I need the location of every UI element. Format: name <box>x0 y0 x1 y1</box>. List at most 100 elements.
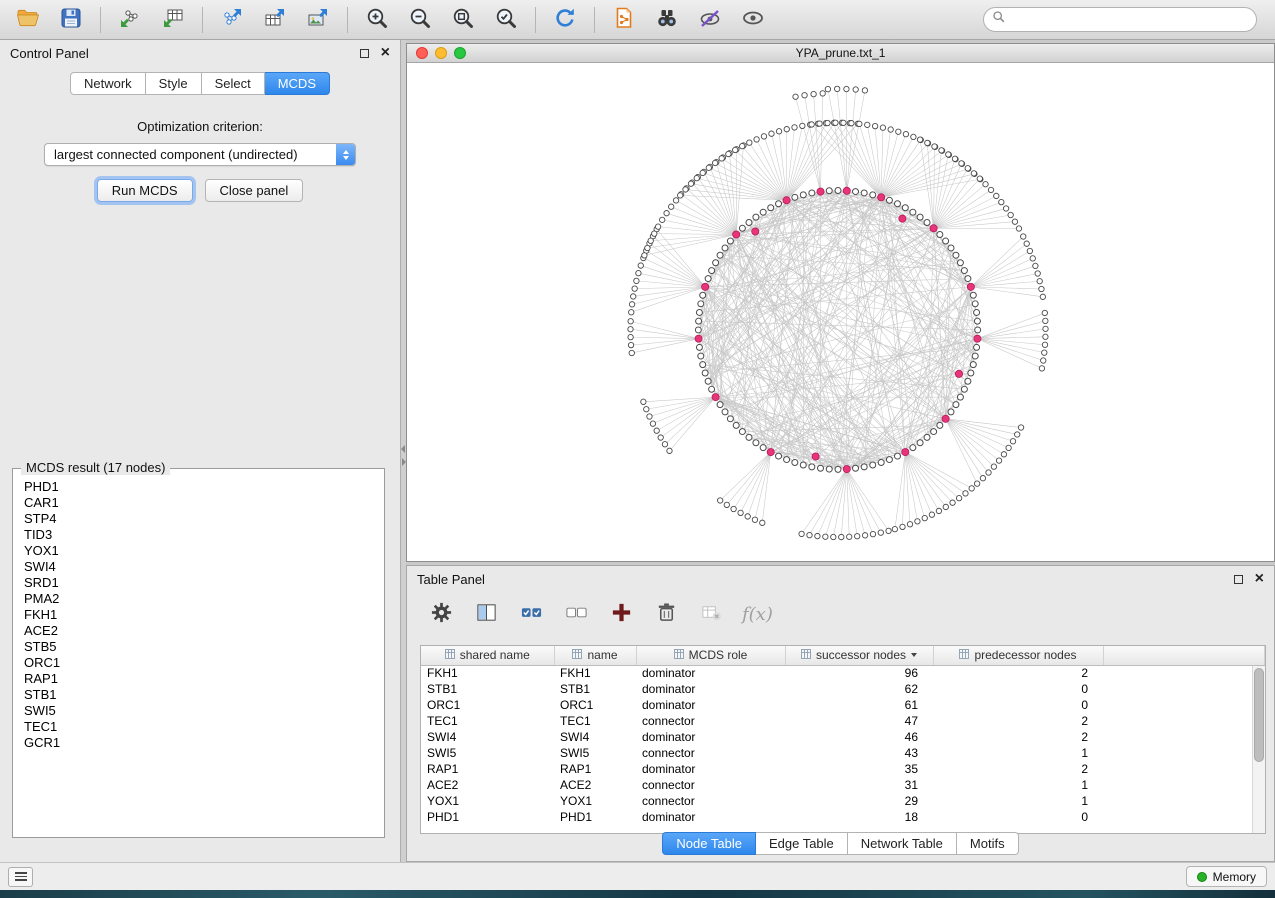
table-cell[interactable]: SWI5 <box>554 745 636 761</box>
table-cell[interactable]: 0 <box>933 809 1103 825</box>
mcds-result-item[interactable]: SWI4 <box>16 559 381 575</box>
close-mcds-panel-button[interactable]: Close panel <box>205 179 304 202</box>
table-tab-node-table[interactable]: Node Table <box>662 832 756 855</box>
show-all-button[interactable] <box>735 4 771 36</box>
hide-selected-button[interactable] <box>692 4 728 36</box>
table-cell[interactable]: STB1 <box>421 681 554 697</box>
table-row[interactable]: STB1STB1dominator620 <box>421 681 1265 697</box>
status-menu-button[interactable] <box>8 867 33 887</box>
table-cell[interactable]: 2 <box>933 665 1103 681</box>
mcds-result-item[interactable]: CAR1 <box>16 495 381 511</box>
tab-mcds[interactable]: MCDS <box>265 72 330 95</box>
table-cell[interactable]: RAP1 <box>421 761 554 777</box>
table-cell[interactable]: 2 <box>933 761 1103 777</box>
window-maximize-button[interactable] <box>454 47 466 59</box>
mcds-result-item[interactable]: SWI5 <box>16 703 381 719</box>
table-cell[interactable]: dominator <box>636 681 785 697</box>
table-cell[interactable]: 31 <box>785 777 933 793</box>
table-cell[interactable]: dominator <box>636 665 785 681</box>
mcds-result-item[interactable]: STB5 <box>16 639 381 655</box>
float-panel-icon[interactable] <box>360 49 369 58</box>
mcds-result-item[interactable]: RAP1 <box>16 671 381 687</box>
table-cell[interactable]: TEC1 <box>554 713 636 729</box>
float-table-panel-icon[interactable] <box>1234 575 1243 584</box>
table-cell[interactable]: 2 <box>933 729 1103 745</box>
export-image-button[interactable] <box>300 4 336 36</box>
table-cell[interactable]: dominator <box>636 729 785 745</box>
table-cell[interactable]: ACE2 <box>421 777 554 793</box>
table-cell[interactable]: FKH1 <box>554 665 636 681</box>
table-cell[interactable]: connector <box>636 777 785 793</box>
table-cell[interactable]: connector <box>636 745 785 761</box>
column-header-MCDS-role[interactable]: MCDS role <box>636 646 785 665</box>
table-settings-button[interactable] <box>427 600 455 628</box>
export-table-button[interactable] <box>257 4 293 36</box>
table-tab-edge-table[interactable]: Edge Table <box>756 832 848 855</box>
table-cell[interactable]: 62 <box>785 681 933 697</box>
zoom-out-button[interactable] <box>402 4 438 36</box>
mcds-result-item[interactable]: ORC1 <box>16 655 381 671</box>
table-cell[interactable]: 18 <box>785 809 933 825</box>
table-cell[interactable]: FKH1 <box>421 665 554 681</box>
table-cell[interactable]: 35 <box>785 761 933 777</box>
table-cell[interactable]: SWI4 <box>554 729 636 745</box>
tab-style[interactable]: Style <box>146 72 202 95</box>
delete-column-button[interactable] <box>652 600 680 628</box>
close-table-panel-icon[interactable]: × <box>1255 573 1264 585</box>
table-row[interactable]: TEC1TEC1connector472 <box>421 713 1265 729</box>
table-cell[interactable]: YOX1 <box>421 793 554 809</box>
table-row[interactable]: SWI5SWI5connector431 <box>421 745 1265 761</box>
scrollbar-thumb[interactable] <box>1254 668 1264 762</box>
table-cell[interactable]: 61 <box>785 697 933 713</box>
table-cell[interactable]: connector <box>636 713 785 729</box>
export-network-button[interactable] <box>214 4 250 36</box>
table-cell[interactable]: 47 <box>785 713 933 729</box>
close-panel-icon[interactable]: × <box>381 47 390 59</box>
table-cell[interactable]: 2 <box>933 713 1103 729</box>
mcds-result-item[interactable]: FKH1 <box>16 607 381 623</box>
table-cell[interactable]: ORC1 <box>421 697 554 713</box>
table-row[interactable]: ACE2ACE2connector311 <box>421 777 1265 793</box>
table-cell[interactable]: ACE2 <box>554 777 636 793</box>
table-cell[interactable]: 96 <box>785 665 933 681</box>
table-cell[interactable]: RAP1 <box>554 761 636 777</box>
table-cell[interactable]: 1 <box>933 745 1103 761</box>
mcds-result-item[interactable]: STB1 <box>16 687 381 703</box>
optimization-criterion-select[interactable]: largest connected component (undirected) <box>44 143 356 166</box>
search-network-button[interactable] <box>649 4 685 36</box>
table-cell[interactable]: PHD1 <box>554 809 636 825</box>
table-cell[interactable]: connector <box>636 793 785 809</box>
import-table-button[interactable] <box>155 4 191 36</box>
mcds-result-item[interactable]: TEC1 <box>16 719 381 735</box>
run-mcds-button[interactable]: Run MCDS <box>97 179 193 202</box>
splitter-collapse-icon[interactable] <box>401 445 405 453</box>
table-cell[interactable]: dominator <box>636 761 785 777</box>
column-header-shared-name[interactable]: shared name <box>421 646 554 665</box>
table-row[interactable]: ORC1ORC1dominator610 <box>421 697 1265 713</box>
table-tab-network-table[interactable]: Network Table <box>848 832 957 855</box>
table-cell[interactable]: YOX1 <box>554 793 636 809</box>
table-cell[interactable]: PHD1 <box>421 809 554 825</box>
column-header-predecessor-nodes[interactable]: predecessor nodes <box>933 646 1103 665</box>
share-document-button[interactable] <box>606 4 642 36</box>
table-scrollbar[interactable] <box>1252 666 1265 833</box>
mcds-result-item[interactable]: PHD1 <box>16 479 381 495</box>
table-cell[interactable]: 29 <box>785 793 933 809</box>
column-header-successor-nodes[interactable]: successor nodes <box>785 646 933 665</box>
zoom-fit-button[interactable] <box>445 4 481 36</box>
deselect-all-columns-button[interactable] <box>562 600 590 628</box>
table-cell[interactable]: 46 <box>785 729 933 745</box>
mcds-result-item[interactable]: SRD1 <box>16 575 381 591</box>
table-row[interactable]: RAP1RAP1dominator352 <box>421 761 1265 777</box>
search-input[interactable] <box>1011 13 1248 27</box>
table-row[interactable]: SWI4SWI4dominator462 <box>421 729 1265 745</box>
import-network-button[interactable] <box>112 4 148 36</box>
table-cell[interactable]: STB1 <box>554 681 636 697</box>
table-row[interactable]: YOX1YOX1connector291 <box>421 793 1265 809</box>
mcds-result-list[interactable]: PHD1CAR1STP4TID3YOX1SWI4SRD1PMA2FKH1ACE2… <box>16 479 381 834</box>
tab-select[interactable]: Select <box>202 72 265 95</box>
mcds-result-item[interactable]: YOX1 <box>16 543 381 559</box>
table-cell[interactable]: SWI4 <box>421 729 554 745</box>
table-cell[interactable]: 1 <box>933 777 1103 793</box>
network-window-titlebar[interactable]: YPA_prune.txt_1 <box>407 44 1274 63</box>
